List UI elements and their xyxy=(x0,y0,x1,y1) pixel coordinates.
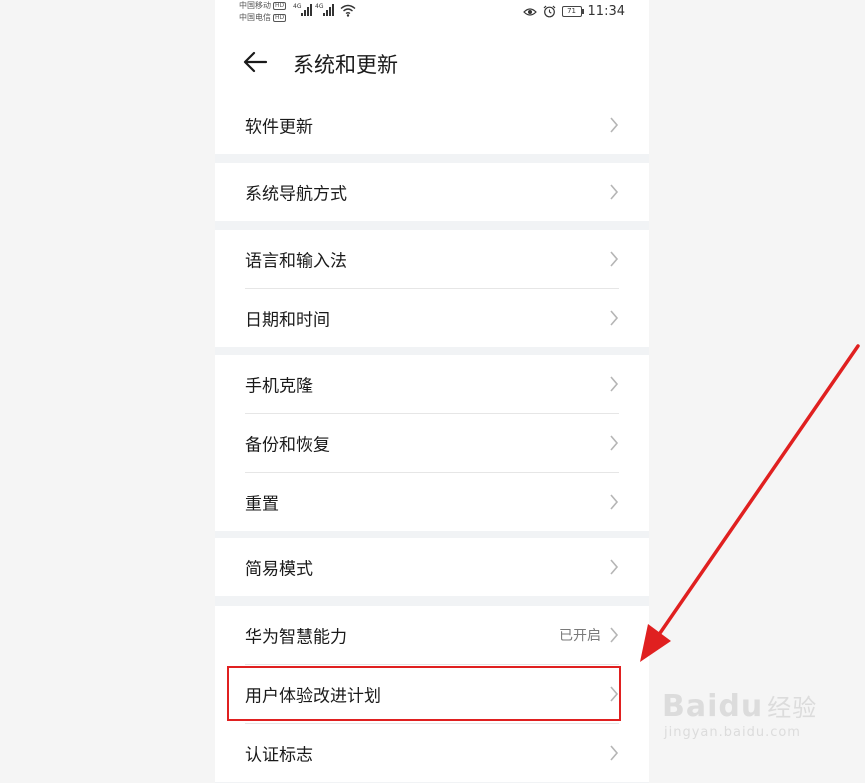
watermark-brand: Baidu 经验 xyxy=(662,689,818,724)
chevron-right-icon xyxy=(610,494,619,510)
settings-item-huawei-ai[interactable]: 华为智慧能力 已开启 xyxy=(215,606,649,664)
settings-group: 语言和输入法 日期和时间 xyxy=(215,230,649,347)
page-header: 系统和更新 xyxy=(215,30,649,96)
clock: 11:34 xyxy=(587,4,625,19)
status-bar: 中国移动 HD 中国电信 HD 4G 4G 71 11:34 xyxy=(215,0,649,30)
hd-badge: HD xyxy=(273,13,287,22)
carrier-info: 中国移动 HD 中国电信 HD xyxy=(239,0,287,24)
settings-item-software-update[interactable]: 软件更新 xyxy=(215,96,649,154)
chevron-right-icon xyxy=(610,686,619,702)
item-label: 日期和时间 xyxy=(245,310,330,331)
watermark-url: jingyan.baidu.com xyxy=(664,725,801,740)
settings-item-date-time[interactable]: 日期和时间 xyxy=(215,289,649,347)
status-right: 71 11:34 xyxy=(522,4,625,19)
settings-item-simple-mode[interactable]: 简易模式 xyxy=(215,538,649,596)
item-label: 简易模式 xyxy=(245,559,313,580)
arrow-shaft xyxy=(656,344,860,638)
settings-group: 软件更新 xyxy=(215,96,649,154)
settings-item-certification[interactable]: 认证标志 xyxy=(215,724,649,782)
settings-item-user-experience[interactable]: 用户体验改进计划 xyxy=(215,665,649,723)
alarm-icon xyxy=(543,5,555,18)
settings-item-backup-restore[interactable]: 备份和恢复 xyxy=(215,414,649,472)
settings-group: 系统导航方式 xyxy=(215,163,649,221)
arrow-left-icon[interactable] xyxy=(241,49,271,75)
chevron-right-icon xyxy=(610,435,619,451)
hd-badge: HD xyxy=(273,1,287,10)
item-status-value: 已开启 xyxy=(559,628,601,644)
item-label: 系统导航方式 xyxy=(245,184,347,205)
item-label: 重置 xyxy=(245,494,279,515)
chevron-right-icon xyxy=(610,117,619,133)
settings-group: 简易模式 xyxy=(215,538,649,596)
item-label: 用户体验改进计划 xyxy=(245,686,381,707)
signal-icon: 4G xyxy=(293,3,313,16)
item-label: 华为智慧能力 xyxy=(245,627,347,648)
phone-screen: 中国移动 HD 中国电信 HD 4G 4G 71 11:34 系统和更新 软件更… xyxy=(215,0,649,783)
watermark: Baidu 经验 jingyan.baidu.com xyxy=(662,690,817,741)
eye-comfort-icon xyxy=(522,7,537,16)
settings-group: 华为智慧能力 已开启 用户体验改进计划 认证标志 xyxy=(215,606,649,782)
carrier-2: 中国电信 HD xyxy=(239,13,287,22)
chevron-right-icon xyxy=(610,745,619,761)
settings-group: 手机克隆 备份和恢复 重置 xyxy=(215,355,649,531)
item-label: 备份和恢复 xyxy=(245,435,330,456)
item-label: 软件更新 xyxy=(245,117,313,138)
settings-item-reset[interactable]: 重置 xyxy=(215,473,649,531)
chevron-right-icon xyxy=(610,184,619,200)
chevron-right-icon xyxy=(610,627,619,643)
carrier-1: 中国移动 HD xyxy=(239,1,287,10)
wifi-icon xyxy=(340,4,356,17)
item-label: 手机克隆 xyxy=(245,376,313,397)
chevron-right-icon xyxy=(610,559,619,575)
item-label: 语言和输入法 xyxy=(245,251,347,272)
page-title: 系统和更新 xyxy=(293,53,398,77)
settings-item-language-input[interactable]: 语言和输入法 xyxy=(215,230,649,288)
settings-item-phone-clone[interactable]: 手机克隆 xyxy=(215,355,649,413)
item-label: 认证标志 xyxy=(245,745,313,766)
chevron-right-icon xyxy=(610,251,619,267)
signal-icon: 4G xyxy=(315,3,335,16)
chevron-right-icon xyxy=(610,376,619,392)
settings-item-navigation[interactable]: 系统导航方式 xyxy=(215,163,649,221)
battery-icon: 71 xyxy=(561,6,584,17)
chevron-right-icon xyxy=(610,310,619,326)
